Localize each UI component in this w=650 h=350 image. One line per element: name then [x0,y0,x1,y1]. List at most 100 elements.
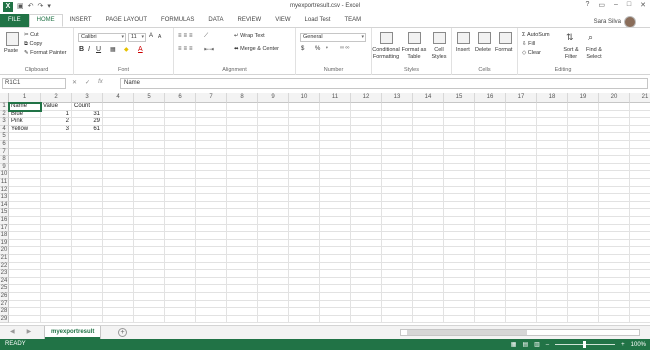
cell[interactable] [630,103,650,111]
cell[interactable] [444,277,475,286]
cell[interactable] [413,255,444,263]
cell[interactable] [382,201,413,210]
shrink-font-button[interactable]: A [158,34,161,40]
cell[interactable] [475,118,506,126]
cell[interactable] [196,156,227,164]
cell[interactable] [196,148,227,157]
cell[interactable] [134,201,165,210]
cell[interactable] [413,148,444,157]
cell[interactable] [72,277,103,286]
cell[interactable] [537,141,568,149]
cell[interactable] [258,171,289,179]
cell[interactable] [506,277,537,286]
cell[interactable] [72,141,103,149]
cell[interactable] [289,125,320,134]
cell[interactable]: 3 [41,125,72,134]
cell[interactable] [227,300,258,309]
cell[interactable] [41,194,72,202]
cell[interactable] [537,156,568,164]
cell[interactable] [320,118,351,126]
cell[interactable] [537,186,568,195]
cell[interactable] [320,224,351,233]
cell[interactable] [103,201,134,210]
cell[interactable] [475,285,506,293]
cell[interactable] [630,308,650,316]
cell[interactable] [382,285,413,293]
cell[interactable] [351,141,382,149]
cell[interactable] [351,194,382,202]
cell[interactable] [351,293,382,301]
cell[interactable] [599,179,630,187]
cell[interactable] [196,277,227,286]
cell[interactable] [351,247,382,255]
cell[interactable] [196,171,227,179]
cell[interactable] [475,148,506,157]
cell[interactable] [9,217,41,225]
cell[interactable] [227,156,258,164]
cell[interactable] [134,255,165,263]
cell[interactable] [165,308,196,316]
cell[interactable] [41,156,72,164]
cell[interactable] [103,171,134,179]
percent-button[interactable]: % [315,46,320,52]
cell[interactable] [320,308,351,316]
row-header[interactable]: 4 [0,125,9,134]
cell[interactable]: Yellow [9,125,41,134]
cell[interactable] [9,239,41,248]
cell[interactable] [41,262,72,271]
cell[interactable] [289,110,320,119]
cell[interactable] [320,103,351,111]
cell[interactable] [72,232,103,240]
cell[interactable] [506,293,537,301]
cell[interactable] [289,194,320,202]
close-icon[interactable]: ✕ [640,1,646,9]
cell[interactable] [599,224,630,233]
cell[interactable] [72,270,103,278]
cell[interactable] [630,164,650,172]
cell[interactable] [630,247,650,255]
cell[interactable] [568,270,599,278]
cell[interactable] [630,118,650,126]
cell[interactable] [289,103,320,111]
cell[interactable] [537,224,568,233]
cell[interactable] [103,224,134,233]
help-icon[interactable]: ? [585,1,589,9]
cell[interactable] [9,163,41,172]
cell[interactable] [289,270,320,278]
cell[interactable] [72,171,103,179]
cell[interactable] [413,277,444,286]
cell[interactable] [320,247,351,255]
cell[interactable] [568,171,599,179]
cell[interactable] [537,232,568,240]
cell[interactable] [413,285,444,293]
cell[interactable] [320,194,351,202]
cell[interactable] [41,224,72,233]
cell[interactable] [506,262,537,271]
cell[interactable] [9,224,41,233]
cell[interactable] [475,125,506,134]
cell[interactable] [289,133,320,141]
underline-button[interactable]: U [96,46,101,53]
cell[interactable] [444,315,475,324]
cell[interactable] [165,285,196,293]
cell[interactable] [72,255,103,263]
cell[interactable] [41,270,72,278]
cell[interactable] [444,163,475,172]
cell[interactable] [506,171,537,179]
column-header[interactable]: 10 [289,93,320,103]
select-all-corner[interactable] [0,93,9,103]
cell[interactable] [351,201,382,210]
cell[interactable] [382,125,413,134]
grow-font-button[interactable]: A [149,33,153,39]
cell[interactable] [227,262,258,271]
cell[interactable] [72,133,103,141]
scroll-thumb[interactable] [407,330,527,335]
cell[interactable] [382,293,413,301]
row-header[interactable]: 27 [0,300,9,309]
cell[interactable] [382,308,413,316]
cell[interactable] [537,201,568,210]
cell[interactable] [134,285,165,293]
cell[interactable] [320,133,351,141]
cell[interactable] [320,262,351,271]
cell[interactable] [289,247,320,255]
